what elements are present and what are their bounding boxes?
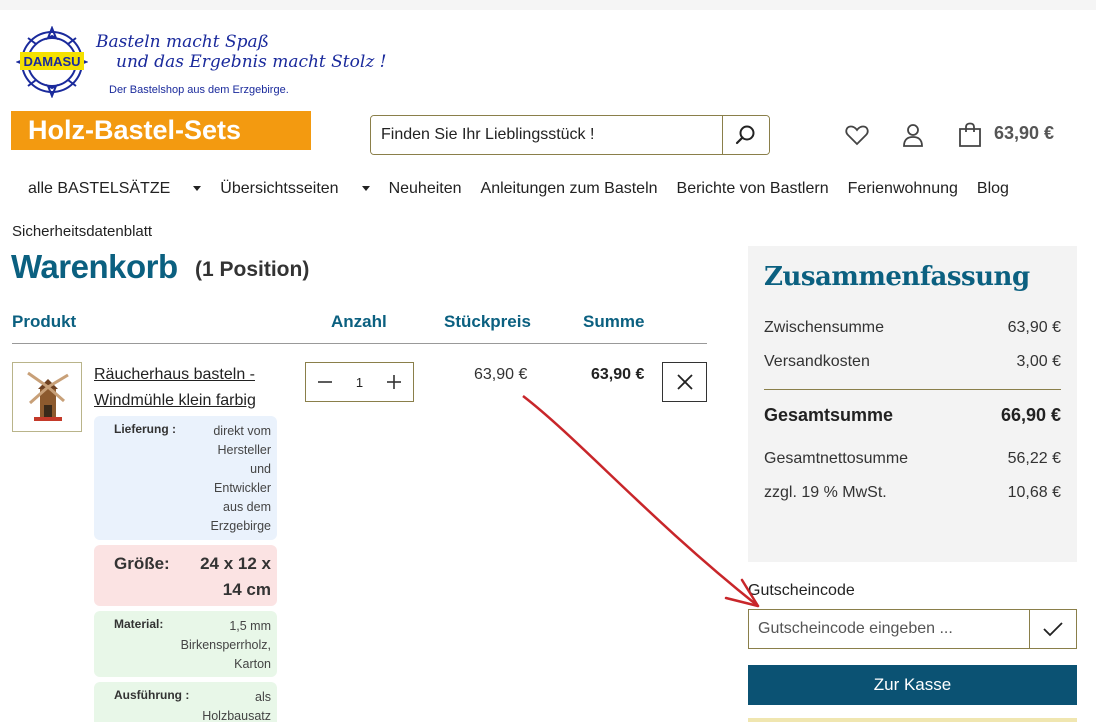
page-title: Warenkorb — [11, 248, 178, 285]
attribute-label: Material: — [114, 617, 164, 631]
search-input[interactable] — [371, 116, 722, 154]
coupon-label: Gutscheincode — [748, 582, 855, 599]
summary-total-row: Gesamtsumme 66,90 € — [764, 405, 1061, 426]
attribute-size: Größe: 24 x 12 x 14 cm — [94, 545, 277, 606]
summary-divider — [764, 389, 1061, 390]
product-thumbnail[interactable] — [12, 362, 82, 432]
attribute-execution: Ausführung : als Holzbausatz — [94, 682, 277, 722]
plus-icon[interactable] — [386, 375, 401, 389]
account-button[interactable] — [900, 122, 926, 148]
summary-value: 66,90 € — [1000, 405, 1061, 425]
nav-item-uebersichtsseiten[interactable]: Übersichtsseiten — [220, 180, 370, 198]
nav-item-label: Übersichtsseiten — [220, 180, 339, 197]
shopping-bag-icon — [959, 122, 981, 147]
breadcrumb[interactable]: Sicherheitsdatenblatt — [12, 223, 152, 240]
chevron-down-icon — [193, 186, 202, 191]
attribute-delivery: Lieferung : direkt vom Hersteller und En… — [94, 416, 277, 540]
attribute-value: als Holzbausatz — [202, 690, 271, 722]
column-header-quantity: Anzahl — [331, 312, 387, 331]
summary-shipping-row: Versandkosten 3,00 € — [764, 353, 1061, 371]
page-item-count: (1 Position) — [195, 258, 310, 281]
quantity-value[interactable]: 1 — [356, 375, 363, 390]
attribute-material: Material: 1,5 mm Birkensperrholz, Karton — [94, 611, 277, 677]
coupon-submit-button[interactable] — [1029, 610, 1076, 648]
column-header-unit-price: Stückpreis — [444, 312, 531, 331]
search-button[interactable] — [722, 116, 769, 154]
cart-total[interactable]: 63,90 € — [994, 123, 1054, 144]
chevron-down-icon — [361, 186, 370, 191]
attribute-label: Größe: — [114, 554, 170, 573]
heart-icon — [845, 125, 869, 146]
summary-subtotal-row: Zwischensumme 63,90 € — [764, 319, 1061, 337]
windmill-image — [27, 371, 69, 421]
order-summary: Zusammenfassung Zwischensumme 63,90 € Ve… — [748, 246, 1077, 562]
logo-slogan-line1: Basteln macht Spaß — [96, 32, 270, 52]
unit-price: 63,90 € — [474, 366, 528, 383]
summary-title: Zusammenfassung — [764, 262, 1030, 292]
attribute-value: 1,5 mm Birkensperrholz, Karton — [180, 619, 271, 671]
table-header-divider — [12, 343, 707, 344]
attribute-value: direkt vom Hersteller und Entwickler aus… — [210, 424, 271, 533]
summary-label: Gesamtsumme — [764, 405, 894, 425]
search-bar — [370, 115, 770, 155]
nav-item-blog[interactable]: Blog — [977, 180, 1009, 198]
logo-tagline: Der Bastelshop aus dem Erzgebirge. — [109, 84, 289, 96]
coupon-form — [748, 609, 1077, 649]
nav-item-label: alle BASTELSÄTZE — [28, 180, 171, 197]
user-icon — [903, 124, 923, 147]
summary-label: Gesamtnettosumme — [764, 450, 909, 467]
attribute-value: 24 x 12 x 14 cm — [200, 554, 271, 599]
summary-label: Versandkosten — [764, 353, 870, 370]
summary-value: 10,68 € — [1007, 484, 1061, 501]
column-header-product: Produkt — [12, 312, 77, 331]
close-icon — [676, 374, 693, 390]
site-logo[interactable]: DAMASU Basteln macht Spaß und das Ergebn… — [16, 26, 387, 102]
summary-value: 3,00 € — [1016, 353, 1061, 370]
remove-item-button[interactable] — [662, 362, 707, 402]
nav-item-neuheiten[interactable]: Neuheiten — [389, 180, 462, 198]
main-nav: alle BASTELSÄTZE Übersichtsseiten Neuhei… — [28, 180, 1028, 198]
logo-emblem: DAMASU — [16, 26, 88, 98]
product-name-link[interactable]: Räucherhaus basteln - Windmühle klein fa… — [94, 362, 284, 414]
nav-item-anleitungen[interactable]: Anleitungen zum Basteln — [481, 180, 658, 198]
attribute-label: Lieferung : — [114, 422, 176, 436]
summary-label: zzgl. 19 % MwSt. — [764, 484, 887, 501]
summary-net-row: Gesamtnettosumme 56,22 € — [764, 450, 1061, 468]
quantity-stepper: 1 — [305, 362, 414, 402]
search-icon — [735, 125, 755, 145]
logo-slogan-line2: und das Ergebnis macht Stolz ! — [116, 52, 387, 72]
bottom-hint-bar — [748, 718, 1077, 722]
coupon-input[interactable] — [749, 610, 1029, 648]
nav-item-bastelsaetze[interactable]: alle BASTELSÄTZE — [28, 180, 202, 198]
minus-icon[interactable] — [318, 375, 332, 389]
wishlist-button[interactable] — [844, 122, 870, 148]
summary-label: Zwischensumme — [764, 319, 885, 336]
summary-value: 56,22 € — [1007, 450, 1061, 467]
summary-vat-row: zzgl. 19 % MwSt. 10,68 € — [764, 484, 1061, 502]
top-strip — [0, 0, 1096, 10]
line-sum: 63,90 € — [591, 366, 645, 383]
nav-item-ferienwohnung[interactable]: Ferienwohnung — [848, 180, 958, 198]
check-icon — [1043, 622, 1063, 637]
logo-emblem-text: DAMASU — [23, 54, 80, 69]
logo-banner[interactable]: Holz-Bastel-Sets — [11, 111, 311, 150]
column-header-sum: Summe — [583, 312, 645, 331]
attribute-label: Ausführung : — [114, 688, 190, 702]
nav-item-berichte[interactable]: Berichte von Bastlern — [677, 180, 829, 198]
summary-value: 63,90 € — [1007, 319, 1061, 336]
cart-button[interactable] — [957, 122, 983, 148]
checkout-button[interactable]: Zur Kasse — [748, 665, 1077, 705]
